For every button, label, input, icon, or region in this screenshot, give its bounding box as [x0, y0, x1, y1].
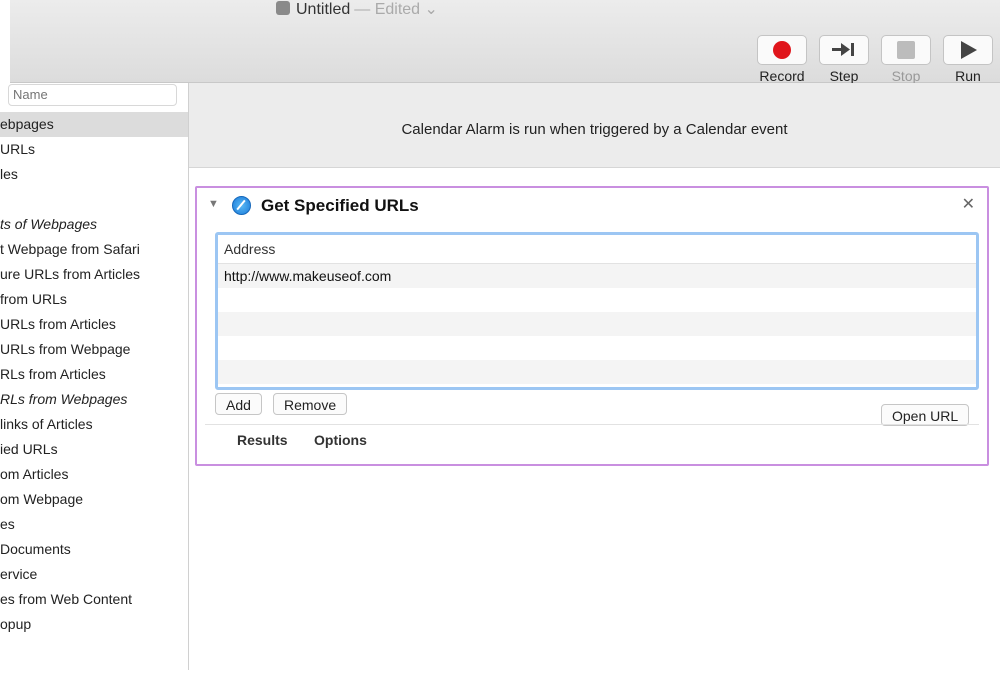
run-label: Run	[955, 68, 981, 84]
window-toolbar: Untitled — Edited ⌄ Record Step Stop Run	[10, 0, 1000, 84]
list-item[interactable]: om Webpage	[0, 487, 188, 512]
record-icon	[773, 41, 791, 59]
list-item[interactable]: es	[0, 512, 188, 537]
action-list: ebpages URLs les ts of Webpages t Webpag…	[0, 112, 188, 637]
table-row[interactable]	[218, 336, 976, 360]
column-header-address[interactable]: Address	[218, 235, 976, 264]
table-row[interactable]: http://www.makeuseof.com	[218, 264, 976, 288]
list-item[interactable]: links of Articles	[0, 412, 188, 437]
run-icon	[961, 41, 977, 59]
action-library-sidebar: ebpages URLs les ts of Webpages t Webpag…	[0, 83, 189, 670]
action-title: Get Specified URLs	[261, 196, 419, 215]
list-item[interactable]: RLs from Webpages	[0, 387, 188, 412]
add-button[interactable]: Add	[215, 393, 262, 415]
stop-label: Stop	[891, 68, 921, 84]
step-button[interactable]: Step	[817, 35, 871, 84]
list-item[interactable]	[0, 187, 188, 212]
tab-options[interactable]: Options	[314, 432, 367, 448]
step-label: Step	[829, 68, 859, 84]
table-row[interactable]	[218, 312, 976, 336]
safari-icon	[232, 196, 251, 215]
window-title-text: Untitled	[296, 1, 351, 18]
list-item[interactable]: ied URLs	[0, 437, 188, 462]
list-item[interactable]: ure URLs from Articles	[0, 262, 188, 287]
list-item[interactable]: Documents	[0, 537, 188, 562]
list-item[interactable]: les	[0, 162, 188, 187]
remove-button[interactable]: Remove	[273, 393, 348, 415]
stop-icon	[897, 41, 915, 59]
url-table[interactable]: Address http://www.makeuseof.com	[215, 232, 979, 390]
list-item[interactable]: URLs from Webpage	[0, 337, 188, 362]
action-search-input[interactable]	[8, 84, 177, 106]
close-icon[interactable]: ✕	[962, 194, 975, 214]
stop-button[interactable]: Stop	[879, 35, 933, 84]
action-panel-get-specified-urls[interactable]: ▼ Get Specified URLs ✕ Address http://ww…	[195, 186, 989, 466]
run-button[interactable]: Run	[941, 35, 995, 84]
list-item[interactable]: URLs	[0, 137, 188, 162]
window-title: Untitled — Edited ⌄	[276, 0, 438, 20]
list-item[interactable]: ts of Webpages	[0, 212, 188, 237]
list-item[interactable]: URLs from Articles	[0, 312, 188, 337]
disclosure-triangle-icon[interactable]: ▼	[208, 198, 219, 210]
list-item[interactable]: es from Web Content	[0, 587, 188, 612]
step-icon	[832, 43, 854, 56]
list-item[interactable]: RLs from Articles	[0, 362, 188, 387]
open-url-button[interactable]: Open URL	[881, 404, 970, 426]
edited-indicator[interactable]: — Edited ⌄	[354, 1, 438, 18]
workflow-area: Calendar Alarm is run when triggered by …	[189, 83, 1000, 670]
record-label: Record	[759, 68, 805, 84]
list-item[interactable]: opup	[0, 612, 188, 637]
list-item[interactable]: om Articles	[0, 462, 188, 487]
table-row[interactable]	[218, 360, 976, 384]
list-item[interactable]: ebpages	[0, 112, 188, 137]
workflow-banner-text: Calendar Alarm is run when triggered by …	[401, 121, 788, 138]
tab-results[interactable]: Results	[237, 432, 288, 448]
record-button[interactable]: Record	[755, 35, 809, 84]
list-item[interactable]: from URLs	[0, 287, 188, 312]
footer-divider	[205, 424, 979, 425]
document-icon	[276, 1, 290, 15]
table-row[interactable]	[218, 288, 976, 312]
list-item[interactable]: ervice	[0, 562, 188, 587]
list-item[interactable]: t Webpage from Safari	[0, 237, 188, 262]
workflow-banner: Calendar Alarm is run when triggered by …	[189, 83, 1000, 168]
